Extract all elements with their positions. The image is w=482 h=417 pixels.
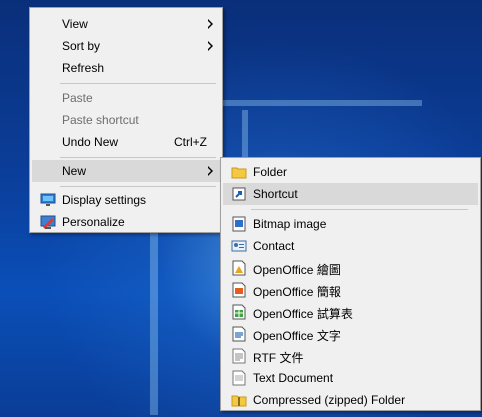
menu-item-paste[interactable]: Paste <box>32 87 220 109</box>
openoffice-calc-icon <box>231 304 247 320</box>
menu-item-label: View <box>62 17 88 31</box>
menu-item-label: RTF 文件 <box>253 351 304 365</box>
menu-item-label: Display settings <box>62 193 147 207</box>
submenu-item-zip-folder[interactable]: Compressed (zipped) Folder <box>223 389 478 411</box>
menu-item-label: OpenOffice 簡報 <box>253 285 341 299</box>
menu-item-label: OpenOffice 試算表 <box>253 307 353 321</box>
menu-item-display-settings[interactable]: Display settings <box>32 189 220 211</box>
shortcut-key-label: Ctrl+Z <box>174 135 207 149</box>
openoffice-writer-icon <box>231 326 247 342</box>
chevron-right-icon <box>207 41 213 51</box>
submenu-item-shortcut[interactable]: Shortcut <box>223 183 478 205</box>
menu-separator <box>60 83 216 84</box>
menu-item-label: Undo New <box>62 135 119 149</box>
menu-item-label: Personalize <box>62 215 125 229</box>
menu-item-undo-new[interactable]: Undo New Ctrl+Z <box>32 131 220 153</box>
submenu-item-openoffice-draw[interactable]: OpenOffice 繪圖 <box>223 257 478 279</box>
chevron-right-icon <box>207 19 213 29</box>
chevron-right-icon <box>207 166 213 176</box>
submenu-item-contact[interactable]: Contact <box>223 235 478 257</box>
menu-item-paste-shortcut[interactable]: Paste shortcut <box>32 109 220 131</box>
zip-folder-icon <box>231 392 247 408</box>
bitmap-icon <box>231 216 247 232</box>
menu-separator <box>60 157 216 158</box>
menu-item-label: Compressed (zipped) Folder <box>253 393 406 407</box>
menu-item-label: Folder <box>253 165 288 179</box>
submenu-item-rtf[interactable]: RTF 文件 <box>223 345 478 367</box>
wallpaper-light-beam <box>150 215 158 415</box>
menu-separator <box>60 186 216 187</box>
new-submenu: Folder Shortcut Bitmap image Contact Ope… <box>220 157 481 411</box>
openoffice-draw-icon <box>231 260 247 276</box>
menu-item-label: Refresh <box>62 61 105 75</box>
menu-item-label: Text Document <box>253 371 334 385</box>
submenu-item-openoffice-impress[interactable]: OpenOffice 簡報 <box>223 279 478 301</box>
menu-item-label: Contact <box>253 239 295 253</box>
submenu-item-bitmap[interactable]: Bitmap image <box>223 213 478 235</box>
menu-item-refresh[interactable]: Refresh <box>32 57 220 79</box>
rtf-icon <box>231 348 247 364</box>
menu-item-view[interactable]: View <box>32 13 220 35</box>
menu-item-label: Paste <box>62 91 93 105</box>
menu-item-label: OpenOffice 繪圖 <box>253 263 341 277</box>
desktop-context-menu: View Sort by Refresh Paste Paste shortcu… <box>29 7 223 233</box>
menu-item-personalize[interactable]: Personalize <box>32 211 220 233</box>
display-icon <box>40 192 56 208</box>
contact-icon <box>231 238 247 254</box>
folder-icon <box>231 164 247 180</box>
menu-item-label: New <box>62 164 87 178</box>
menu-item-new[interactable]: New <box>32 160 220 182</box>
shortcut-icon <box>231 186 247 202</box>
menu-item-label: OpenOffice 文字 <box>253 329 341 343</box>
submenu-item-openoffice-calc[interactable]: OpenOffice 試算表 <box>223 301 478 323</box>
menu-item-sort-by[interactable]: Sort by <box>32 35 220 57</box>
submenu-item-openoffice-writer[interactable]: OpenOffice 文字 <box>223 323 478 345</box>
menu-item-label: Bitmap image <box>253 217 327 231</box>
menu-item-label: Paste shortcut <box>62 113 139 127</box>
menu-item-label: Shortcut <box>253 187 298 201</box>
menu-item-label: Sort by <box>62 39 101 53</box>
openoffice-impress-icon <box>231 282 247 298</box>
personalize-icon <box>40 214 56 230</box>
submenu-item-folder[interactable]: Folder <box>223 161 478 183</box>
menu-separator <box>251 209 468 210</box>
submenu-item-text-document[interactable]: Text Document <box>223 367 478 389</box>
text-document-icon <box>231 370 247 386</box>
wallpaper-light-beam <box>222 100 422 106</box>
